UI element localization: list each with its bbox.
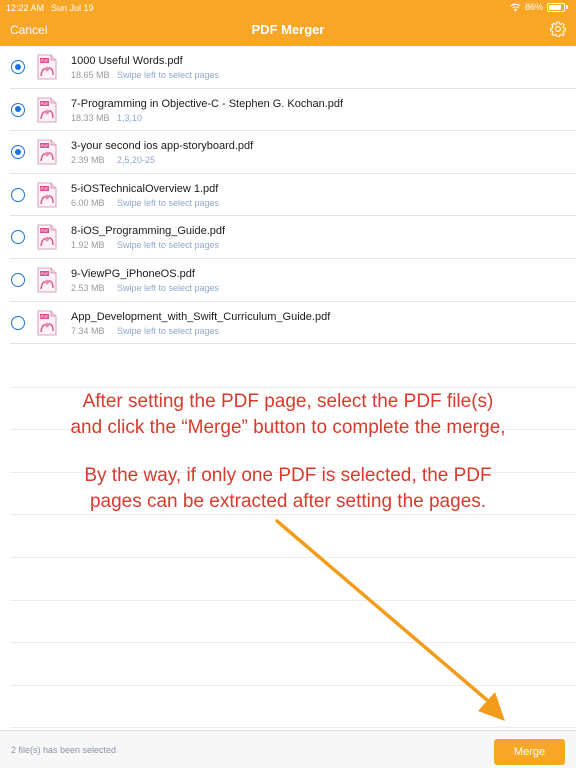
file-name: 7-Programming in Objective-C - Stephen G… xyxy=(71,97,344,110)
svg-text:PDF: PDF xyxy=(41,101,50,106)
battery-level xyxy=(549,4,562,10)
instruction-line: and click the “Merge” button to complete… xyxy=(70,417,506,438)
selection-radio[interactable] xyxy=(11,187,25,202)
selection-radio[interactable] xyxy=(11,272,25,287)
page-selection: Swipe left to select pages xyxy=(117,70,220,80)
merge-button[interactable]: Merge xyxy=(494,739,565,765)
file-size: 7.34 MB xyxy=(71,325,105,336)
instruction-line: By the way, if only one PDF is selected,… xyxy=(84,465,492,486)
selection-radio[interactable] xyxy=(11,230,25,245)
pdf-file-icon: PDF xyxy=(35,310,59,336)
pdf-file-icon: PDF xyxy=(35,182,59,208)
empty-row xyxy=(10,601,576,644)
bottom-toolbar: 2 file(s) has been selected Merge xyxy=(0,730,576,768)
file-size: 6.00 MB xyxy=(71,197,105,208)
file-name: 1000 Useful Words.pdf xyxy=(71,55,183,67)
file-name: 3-your second ios app-storyboard.pdf xyxy=(71,140,254,153)
battery-icon xyxy=(547,2,565,12)
instruction-line: After setting the PDF page, select the P… xyxy=(82,391,494,412)
instruction-text-merge: After setting the PDF page, select the P… xyxy=(0,389,576,441)
pdf-file-icon: PDF xyxy=(35,139,59,165)
selection-radio[interactable] xyxy=(11,102,25,117)
file-list: PDF 1000 Useful Words.pdf 18.65 MB Swipe le… xyxy=(0,46,576,345)
svg-text:PDF: PDF xyxy=(41,143,50,148)
page-selection: Swipe left to select pages xyxy=(117,197,220,208)
status-bar: 12:22 AM Sun Jul 19 86% xyxy=(0,0,576,16)
svg-text:PDF: PDF xyxy=(41,58,50,63)
file-row[interactable]: PDF 7-Programming in Objective-C - Stephe… xyxy=(10,89,576,132)
empty-row xyxy=(10,686,576,729)
file-name: 9-ViewPG_iPhoneOS.pdf xyxy=(71,267,195,280)
status-indicators: 86% xyxy=(510,2,568,12)
selection-radio[interactable] xyxy=(11,315,25,330)
file-row[interactable]: PDF 3-your second ios app-storyboard.pdf 2… xyxy=(10,131,576,174)
selection-radio[interactable] xyxy=(11,60,25,74)
file-name: 5-iOSTechnicalOverview 1.pdf xyxy=(71,182,219,195)
svg-text:PDF: PDF xyxy=(41,229,50,234)
pdf-file-icon: PDF xyxy=(35,267,59,293)
page-selection: 2,5,20-25 xyxy=(117,155,156,166)
status-date: Sun Jul 19 xyxy=(51,3,94,13)
instruction-line: pages can be extracted after setting the… xyxy=(89,491,487,512)
svg-text:PDF: PDF xyxy=(41,314,50,319)
file-name: App_Development_with_Swift_Curriculum_Gu… xyxy=(71,310,331,323)
file-row[interactable]: PDF 9-ViewPG_iPhoneOS.pdf 2.53 MB Swipe lef… xyxy=(10,259,576,302)
pdf-file-icon: PDF xyxy=(35,97,59,123)
wifi-icon xyxy=(510,3,521,12)
empty-row xyxy=(10,558,576,601)
file-row[interactable]: PDF App_Development_with_Swift_Curriculum… xyxy=(10,302,576,345)
empty-row xyxy=(10,643,576,686)
file-size: 2.53 MB xyxy=(71,282,105,293)
file-size: 1.92 MB xyxy=(71,240,105,251)
page-selection: 1,3,10 xyxy=(117,112,143,123)
page-selection: Swipe left to select pages xyxy=(117,240,220,251)
file-row[interactable]: PDF 8-iOS_Programming_Guide.pdf 1.92 MB Swi… xyxy=(10,216,576,259)
file-row[interactable]: PDF 5-iOSTechnicalOverview 1.pdf 6.00 MB Sw… xyxy=(10,174,576,217)
empty-row xyxy=(10,515,576,558)
svg-text:PDF: PDF xyxy=(41,186,50,191)
svg-text:PDF: PDF xyxy=(41,271,50,276)
pdf-file-icon: PDF xyxy=(35,224,59,250)
file-size: 18.65 MB xyxy=(71,70,110,80)
empty-row xyxy=(10,345,576,388)
file-name: 8-iOS_Programming_Guide.pdf xyxy=(71,225,226,238)
page-selection: Swipe left to select pages xyxy=(117,325,220,336)
file-row[interactable]: PDF 1000 Useful Words.pdf 18.65 MB Swipe le… xyxy=(10,46,576,89)
file-size: 2.39 MB xyxy=(71,155,105,166)
status-time: 12:22 AM xyxy=(6,3,45,13)
battery-nub xyxy=(566,5,568,9)
battery-percentage: 86% xyxy=(524,2,543,12)
page-selection: Swipe left to select pages xyxy=(117,282,220,293)
selection-count-label: 2 file(s) has been selected xyxy=(11,745,117,755)
pdf-file-icon: PDF xyxy=(35,54,59,80)
gear-icon[interactable] xyxy=(549,21,567,38)
file-size: 18.33 MB xyxy=(71,112,110,123)
page-title: PDF Merger xyxy=(251,22,325,37)
instruction-text-extract: By the way, if only one PDF is selected,… xyxy=(0,463,576,515)
navigation-bar: 12:22 AM Sun Jul 19 86% Cancel PDF Merge… xyxy=(0,0,576,46)
selection-radio[interactable] xyxy=(11,145,25,160)
